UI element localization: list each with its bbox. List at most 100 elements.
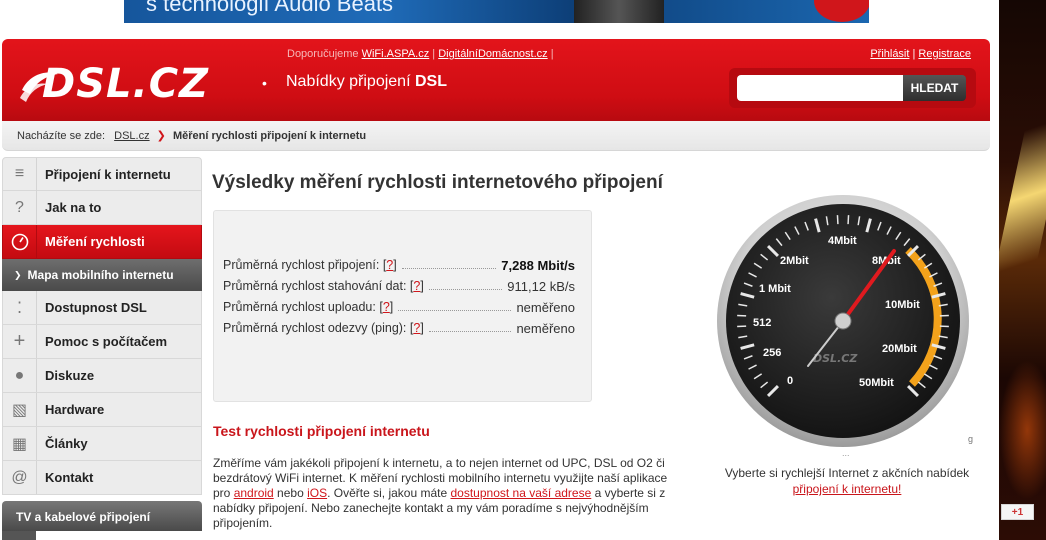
- sidebar-item-pripojeni[interactable]: ≡ Připojení k internetu: [2, 157, 202, 191]
- dot-leader: [401, 258, 497, 269]
- result-label-text: Průměrná rychlost připojení:: [223, 258, 380, 272]
- breadcrumb: Nacházíte se zde: DSL.cz ❯ Měření rychlo…: [2, 121, 990, 151]
- top-banner-ad[interactable]: s technologií Audio Beats: [124, 0, 869, 23]
- sidebar-item-diskuze[interactable]: ● Diskuze: [2, 359, 202, 393]
- question-icon: ?: [3, 191, 37, 224]
- result-label-text: Průměrná rychlost odezvy (ping):: [223, 321, 407, 335]
- search-button[interactable]: HLEDAT: [903, 75, 966, 101]
- gauge-label-4mbit: 4Mbit: [828, 235, 857, 247]
- dots-icon: ⁚: [3, 291, 37, 324]
- speed-gauge: 0 256 512 1 Mbit 2Mbit 4Mbit 8Mbit 10Mbi…: [717, 195, 969, 447]
- sidebar-subitem-mapa[interactable]: ❯ Mapa mobilního internetu: [2, 259, 202, 291]
- side-skyscraper-ad[interactable]: [999, 0, 1046, 540]
- gauge-label-2mbit: 2Mbit: [780, 255, 809, 267]
- ad-text: s technologií Audio Beats: [146, 0, 394, 16]
- login-link[interactable]: Přihlásit: [870, 48, 909, 60]
- gauge-label-512: 512: [753, 317, 771, 329]
- tagline-bold: DSL: [414, 73, 447, 90]
- result-label: Průměrná rychlost odezvy (ping): [?]: [223, 321, 424, 335]
- tagline-prefix: Nabídky připojení: [286, 73, 415, 90]
- result-row-connection: Průměrná rychlost připojení: [?] 7,288 M…: [223, 258, 575, 273]
- gauge-caption: Vyberte si rychlejší Internet z akčních …: [712, 465, 982, 497]
- chat-icon: ●: [3, 359, 37, 392]
- result-value: neměřeno: [516, 321, 575, 336]
- sidebar-subitem-label: Mapa mobilního internetu: [27, 268, 174, 282]
- gauge-label-50mbit: 50Mbit: [859, 377, 894, 389]
- register-link[interactable]: Registrace: [918, 48, 971, 60]
- desc-text: nebo: [273, 486, 308, 500]
- sidebar-item-clanky[interactable]: ▦ Články: [2, 427, 202, 461]
- dsl-logo[interactable]: DSL.CZ: [18, 61, 248, 107]
- search-box: HLEDAT: [729, 68, 976, 108]
- link-wifi-aspa[interactable]: WiFi.ASPA.cz: [362, 48, 430, 60]
- sidebar-item-label: Měření rychlosti: [45, 234, 145, 249]
- book-icon: ▦: [3, 427, 37, 460]
- breadcrumb-separator-icon: ❯: [156, 130, 166, 142]
- ad-light-streak: [999, 110, 1046, 300]
- gauge-hub: [834, 312, 852, 330]
- auth-links: Přihlásit | Registrace: [870, 48, 971, 60]
- sidebar-item-kontakt[interactable]: @ Kontakt: [2, 461, 202, 495]
- sidebar-item-label: Hardware: [45, 402, 105, 417]
- dot-leader: [398, 300, 512, 311]
- gauge-label-10mbit: 10Mbit: [885, 299, 920, 311]
- result-value: neměřeno: [516, 300, 575, 315]
- sidebar-item-label: Kontakt: [45, 470, 94, 485]
- sidebar-item-jak-na-to[interactable]: ? Jak na to: [2, 191, 202, 225]
- gauge-dots: ...: [842, 448, 850, 458]
- google-plus-button[interactable]: +1: [1001, 504, 1034, 520]
- sidebar-item-dostupnost[interactable]: ⁚ Dostupnost DSL: [2, 291, 202, 325]
- tagline-dot: •: [262, 75, 267, 91]
- ad-price-badge: [814, 0, 869, 22]
- sidebar-item-label: Pomoc s počítačem: [45, 334, 168, 349]
- ad-glow: [999, 360, 1046, 500]
- list-icon: ≡: [3, 157, 37, 191]
- help-link[interactable]: ?: [413, 279, 420, 293]
- breadcrumb-home[interactable]: DSL.cz: [114, 130, 149, 142]
- header-tagline: Nabídky připojení DSL: [286, 73, 447, 91]
- dot-leader: [428, 279, 503, 290]
- help-link[interactable]: ?: [383, 300, 390, 314]
- ios-link[interactable]: iOS: [307, 486, 327, 500]
- sidebar-item-label: Diskuze: [45, 368, 95, 383]
- android-link[interactable]: android: [234, 486, 274, 500]
- gauge-label-1mbit: 1 Mbit: [759, 283, 791, 295]
- gauge-icon: [3, 225, 37, 258]
- result-row-download: Průměrná rychlost stahování dat: [?] 911…: [223, 279, 575, 294]
- breadcrumb-current: Měření rychlosti připojení k internetu: [172, 130, 367, 142]
- dot-leader: [428, 321, 512, 332]
- link-digitalni-domacnost[interactable]: DigitálníDomácnost.cz: [438, 48, 547, 60]
- plus-icon: +: [3, 325, 37, 358]
- gauge-caption-text: Vyberte si rychlejší Internet z akčních …: [724, 466, 970, 480]
- desc-text: . Ověřte si, jakou máte: [327, 486, 451, 500]
- page-title: Výsledky měření rychlosti internetového …: [212, 172, 663, 193]
- breadcrumb-prefix: Nacházíte se zde:: [17, 130, 106, 142]
- gauge-caption-link[interactable]: připojení k internetu!: [793, 482, 902, 496]
- sidebar-item-mereni-rychlosti[interactable]: Měření rychlosti: [2, 225, 202, 259]
- gauge-label-256: 256: [763, 347, 781, 359]
- test-section-title: Test rychlosti připojení internetu: [213, 423, 430, 439]
- sidebar-item-hardware[interactable]: ▧ Hardware: [2, 393, 202, 427]
- gauge-corner-mark: g: [968, 434, 974, 444]
- result-label: Průměrná rychlost připojení: [?]: [223, 258, 397, 272]
- help-link[interactable]: ?: [386, 258, 393, 272]
- sidebar-item-label: Dostupnost DSL: [45, 300, 147, 315]
- ad-device-image: [574, 0, 664, 23]
- result-value: 7,288 Mbit/s: [501, 258, 575, 273]
- result-label: Průměrná rychlost uploadu: [?]: [223, 300, 394, 314]
- availability-link[interactable]: dostupnost na vaší adrese: [451, 486, 592, 500]
- sidebar-item-label: Jak na to: [45, 200, 102, 215]
- help-link[interactable]: ?: [413, 321, 420, 335]
- result-row-upload: Průměrná rychlost uploadu: [?] neměřeno: [223, 300, 575, 315]
- sidebar-item-label: Připojení k internetu: [45, 166, 171, 182]
- gauge-watermark: DSL.CZ: [813, 352, 858, 365]
- gauge-label-20mbit: 20Mbit: [882, 343, 917, 355]
- result-label-text: Průměrná rychlost uploadu:: [223, 300, 376, 314]
- search-input[interactable]: [737, 75, 903, 101]
- sidebar-item-pomoc[interactable]: + Pomoc s počítačem: [2, 325, 202, 359]
- sidebar-category-tv[interactable]: TV a kabelové připojení: [2, 501, 202, 531]
- result-value: 911,12 kB/s: [507, 279, 575, 294]
- recommend-links: Doporučujeme WiFi.ASPA.cz | DigitálníDom…: [287, 48, 554, 60]
- sidebar-category-footer: [2, 531, 36, 540]
- sidebar-item-label: Články: [45, 436, 88, 451]
